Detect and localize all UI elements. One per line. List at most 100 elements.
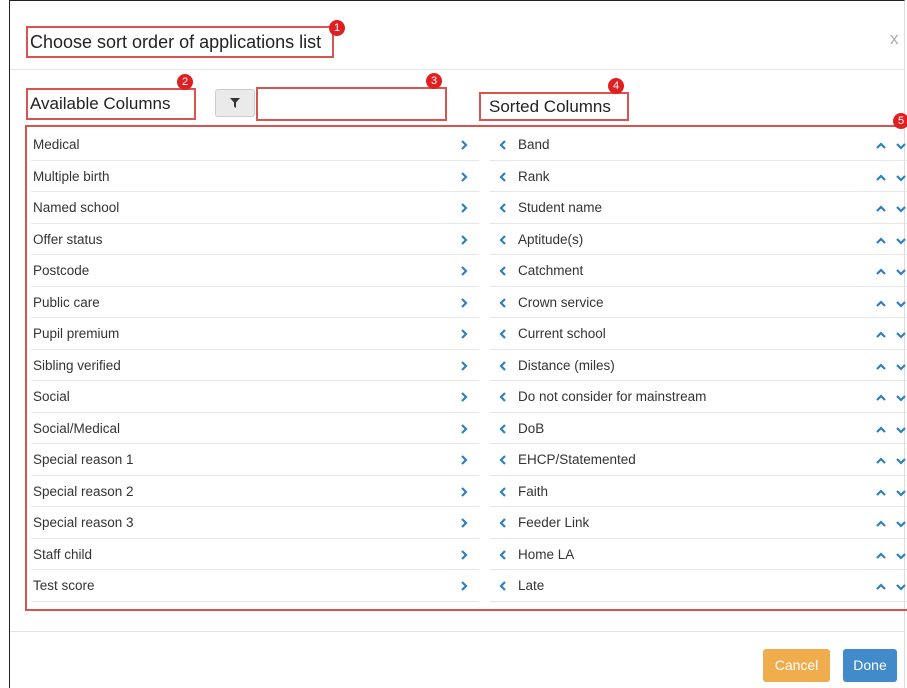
chevron-left-icon[interactable] <box>498 581 508 591</box>
chevron-up-icon[interactable] <box>876 204 886 214</box>
chevron-right-icon[interactable] <box>459 266 469 276</box>
chevron-right-icon[interactable] <box>459 392 469 402</box>
chevron-left-icon[interactable] <box>498 518 508 528</box>
chevron-left-icon[interactable] <box>498 455 508 465</box>
available-column-item[interactable]: Offer status <box>31 224 479 255</box>
chevron-left-icon[interactable] <box>498 203 508 213</box>
chevron-down-icon[interactable] <box>896 173 906 183</box>
chevron-up-icon[interactable] <box>876 425 886 435</box>
sorted-column-item[interactable]: Catchment <box>490 255 907 287</box>
chevron-down-icon[interactable] <box>896 141 906 151</box>
cancel-button[interactable]: Cancel <box>763 649 830 682</box>
chevron-left-icon[interactable] <box>498 392 508 402</box>
sorted-column-item[interactable]: Band <box>490 129 907 161</box>
chevron-left-icon[interactable] <box>498 140 508 150</box>
chevron-right-icon[interactable] <box>459 581 469 591</box>
chevron-down-icon[interactable] <box>896 330 906 340</box>
available-column-item[interactable]: Social <box>31 381 479 413</box>
sorted-column-item[interactable]: Faith <box>490 476 907 507</box>
chevron-right-icon[interactable] <box>459 203 469 213</box>
chevron-up-icon[interactable] <box>876 456 886 466</box>
chevron-left-icon[interactable] <box>498 297 508 308</box>
sorted-column-item[interactable]: Feeder Link <box>490 507 907 539</box>
available-column-item[interactable]: Multiple birth <box>31 161 479 192</box>
available-column-item[interactable]: Test score <box>31 570 479 602</box>
chevron-right-icon[interactable] <box>459 140 469 150</box>
chevron-left-icon[interactable] <box>498 549 508 560</box>
chevron-down-icon[interactable] <box>896 519 906 529</box>
available-column-item[interactable]: Special reason 2 <box>31 476 479 507</box>
available-column-item[interactable]: Special reason 3 <box>31 507 479 539</box>
sorted-column-item[interactable]: Student name <box>490 192 907 224</box>
available-column-label: Public care <box>33 294 100 310</box>
chevron-up-icon[interactable] <box>876 141 886 151</box>
chevron-down-icon[interactable] <box>896 299 906 309</box>
chevron-up-icon[interactable] <box>876 488 886 498</box>
chevron-up-icon[interactable] <box>876 236 886 246</box>
sorted-column-item[interactable]: Crown service <box>490 287 907 318</box>
chevron-right-icon[interactable] <box>459 360 469 371</box>
chevron-down-icon[interactable] <box>896 204 906 214</box>
chevron-right-icon[interactable] <box>459 171 469 182</box>
chevron-left-icon[interactable] <box>498 171 508 182</box>
available-column-item[interactable]: Public care <box>31 287 479 318</box>
chevron-up-icon[interactable] <box>876 330 886 340</box>
available-columns-heading: Available Columns <box>26 88 196 120</box>
filter-input[interactable] <box>256 87 447 121</box>
chevron-right-icon[interactable] <box>459 423 469 434</box>
sorted-column-item[interactable]: Rank <box>490 161 907 192</box>
chevron-up-icon[interactable] <box>876 582 886 592</box>
chevron-up-icon[interactable] <box>876 267 886 277</box>
chevron-right-icon[interactable] <box>459 549 469 560</box>
chevron-down-icon[interactable] <box>896 488 906 498</box>
chevron-down-icon[interactable] <box>896 582 906 592</box>
chevron-down-icon[interactable] <box>896 456 906 466</box>
chevron-left-icon[interactable] <box>498 486 508 497</box>
done-button[interactable]: Done <box>843 649 897 682</box>
sorted-column-item[interactable]: DoB <box>490 413 907 444</box>
available-column-item[interactable]: Named school <box>31 192 479 224</box>
chevron-left-icon[interactable] <box>498 423 508 434</box>
sorted-column-label: Home LA <box>518 546 575 562</box>
available-column-item[interactable]: Medical <box>31 129 479 161</box>
chevron-down-icon[interactable] <box>896 393 906 403</box>
chevron-down-icon[interactable] <box>896 425 906 435</box>
available-column-item[interactable]: Staff child <box>31 539 479 570</box>
chevron-up-icon[interactable] <box>876 393 886 403</box>
close-button[interactable]: x <box>890 29 899 49</box>
chevron-right-icon[interactable] <box>459 455 469 465</box>
available-column-item[interactable]: Special reason 1 <box>31 444 479 476</box>
chevron-right-icon[interactable] <box>459 234 469 245</box>
available-column-item[interactable]: Social/Medical <box>31 413 479 444</box>
header-divider <box>10 69 904 70</box>
available-column-item[interactable]: Postcode <box>31 255 479 287</box>
chevron-left-icon[interactable] <box>498 266 508 276</box>
available-column-item[interactable]: Sibling verified <box>31 350 479 381</box>
sorted-column-item[interactable]: Home LA <box>490 539 907 570</box>
sorted-column-item[interactable]: Current school <box>490 318 907 350</box>
filter-button[interactable] <box>215 89 255 117</box>
chevron-down-icon[interactable] <box>896 236 906 246</box>
chevron-up-icon[interactable] <box>876 173 886 183</box>
sorted-column-item[interactable]: EHCP/Statemented <box>490 444 907 476</box>
chevron-down-icon[interactable] <box>896 551 906 561</box>
sorted-column-item[interactable]: Late <box>490 570 907 602</box>
chevron-right-icon[interactable] <box>459 297 469 308</box>
sorted-column-item[interactable]: Do not consider for mainstream <box>490 381 907 413</box>
sorted-column-item[interactable]: Distance (miles) <box>490 350 907 381</box>
chevron-right-icon[interactable] <box>459 329 469 339</box>
chevron-left-icon[interactable] <box>498 360 508 371</box>
chevron-up-icon[interactable] <box>876 519 886 529</box>
chevron-right-icon[interactable] <box>459 486 469 497</box>
available-column-item[interactable]: Pupil premium <box>31 318 479 350</box>
chevron-down-icon[interactable] <box>896 362 906 372</box>
chevron-up-icon[interactable] <box>876 299 886 309</box>
chevron-down-icon[interactable] <box>896 267 906 277</box>
chevron-left-icon[interactable] <box>498 234 508 245</box>
sorted-column-label: EHCP/Statemented <box>518 452 636 467</box>
chevron-up-icon[interactable] <box>876 551 886 561</box>
sorted-column-item[interactable]: Aptitude(s) <box>490 224 907 255</box>
chevron-left-icon[interactable] <box>498 329 508 339</box>
chevron-up-icon[interactable] <box>876 362 886 372</box>
chevron-right-icon[interactable] <box>459 518 469 528</box>
